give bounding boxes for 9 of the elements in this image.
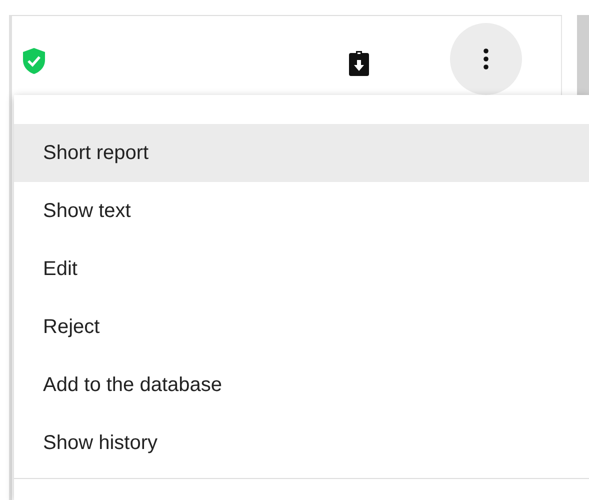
menu-item[interactable]: Reject [14, 298, 589, 356]
shield-check-icon [22, 47, 46, 75]
menu-item[interactable]: Edit [14, 240, 589, 298]
menu-item[interactable]: Show history [14, 414, 589, 472]
menu-item[interactable]: Show text [14, 182, 589, 240]
menu-item[interactable]: Short report [14, 124, 589, 182]
menu-item[interactable]: Add to the database [14, 356, 589, 414]
more-vertical-icon [483, 48, 489, 70]
clipboard-download-icon [348, 49, 370, 77]
